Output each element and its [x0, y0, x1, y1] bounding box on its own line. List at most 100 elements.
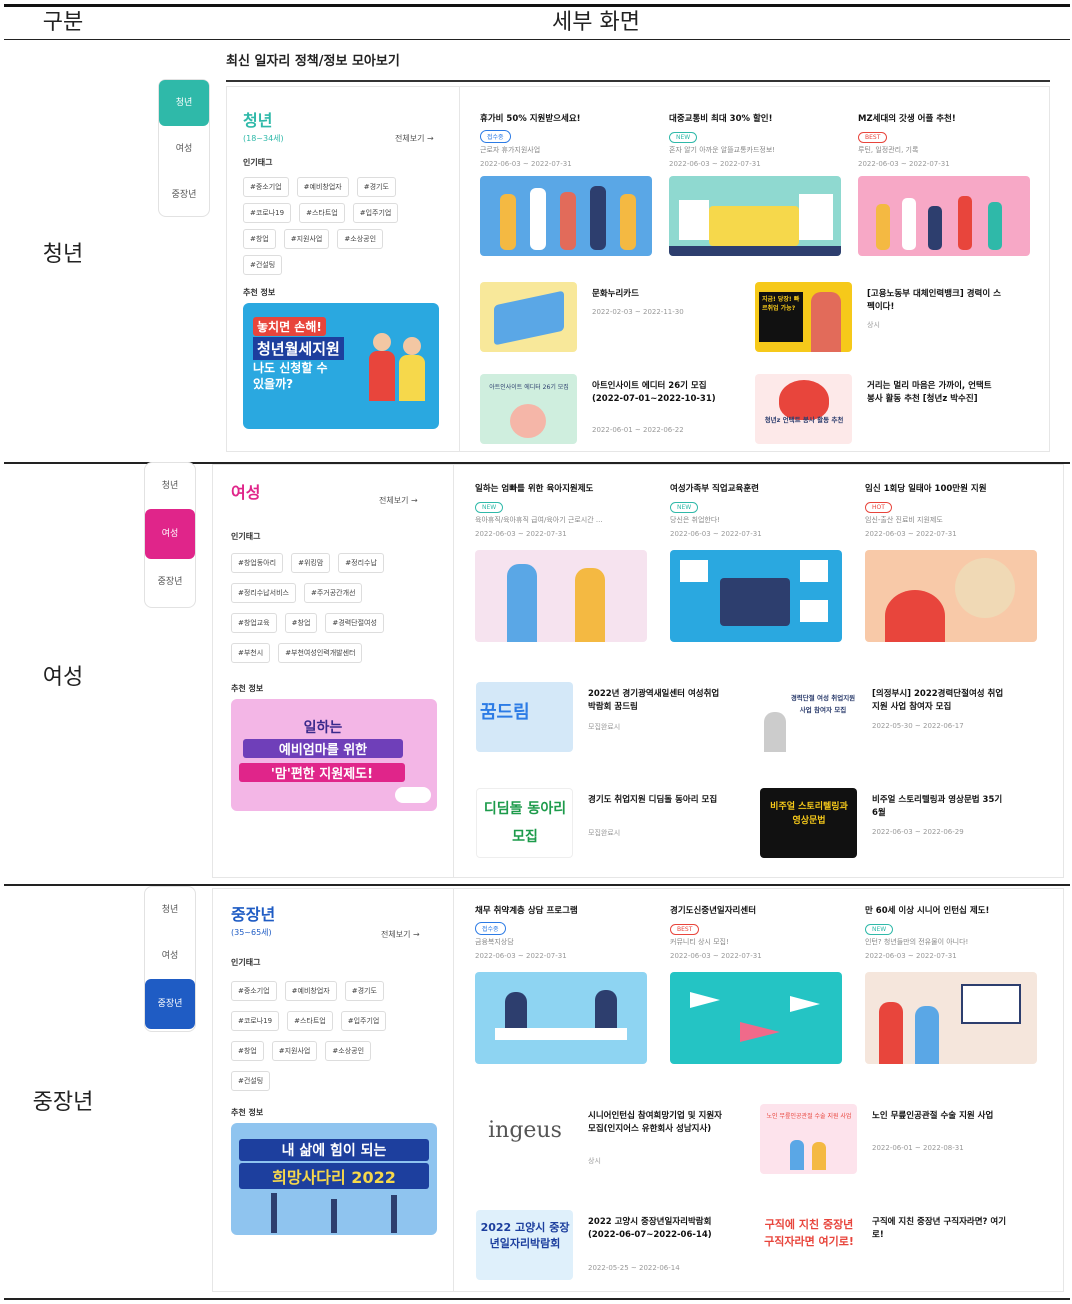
news-card[interactable]: 만 60세 이상 시니어 인턴십 제도! NEW 인턴? 청년들만의 전유물이 …: [865, 904, 1040, 1064]
item-image: 청년z 언택트 봉사 활동 추천: [755, 374, 852, 444]
list-item[interactable]: 2022 고양시 중장년일자리박람회 2022 고양시 중장년일자리박람회 (2…: [476, 1210, 766, 1282]
tab-middle[interactable]: 중장년: [145, 979, 195, 1029]
tag[interactable]: #소상공인: [337, 229, 384, 249]
tag[interactable]: #코로나19: [243, 203, 292, 223]
tag[interactable]: #창업교육: [231, 613, 277, 633]
status-badge: NEW: [865, 924, 894, 935]
status-badge: BEST: [858, 132, 888, 143]
banner-line1: 놓치면 손해!: [253, 317, 326, 336]
tag[interactable]: #예비창업자: [296, 177, 349, 197]
tag[interactable]: #건설팅: [243, 255, 283, 275]
tag[interactable]: #창업동아리: [231, 553, 284, 573]
status-badge: NEW: [475, 502, 504, 513]
card-title: MZ세대의 갓생 어플 추천!: [858, 114, 956, 124]
list-item[interactable]: 청년z 언택트 봉사 활동 추천 거리는 멀리 마음은 가까이, 언택트 봉사 …: [755, 374, 1045, 446]
tag-list: #창업동아리 #위킹맘 #정리수납 #정리수납서비스 #주거공간개선 #창업교육…: [231, 553, 416, 663]
tag[interactable]: #지원사업: [271, 1041, 318, 1061]
tab-youth[interactable]: 청년: [159, 80, 209, 126]
item-title: 노인 무릎인공관절 수술 지원 사업: [872, 1111, 994, 1121]
list-item[interactable]: 구직에 지친 중장년 구직자라면 여기로! 구직에 지친 중장년 구직자라면? …: [760, 1210, 1050, 1282]
tag[interactable]: #입주기업: [352, 203, 399, 223]
tag[interactable]: #코로나19: [231, 1011, 280, 1031]
list-item[interactable]: 경력단절 여성 취업지원사업 참여자 모집 [의정부시] 2022경력단절여성 …: [760, 682, 1050, 754]
tag[interactable]: #경기도: [356, 177, 396, 197]
tag[interactable]: #정리수납: [338, 553, 384, 573]
tag[interactable]: #위킹맘: [291, 553, 331, 573]
tab-youth[interactable]: 청년: [145, 463, 195, 509]
row-label-middle: 중장년: [32, 1090, 94, 1115]
card-title: 여성가족부 직업교육훈련: [670, 484, 759, 494]
card-subtitle: 인턴? 청년들만의 전유물이 아니다!: [865, 938, 969, 946]
list-item[interactable]: 디딤돌 동아리 모집 경기도 취업지원 디딤돌 동아리 모집 모집완료시: [476, 788, 766, 860]
news-card[interactable]: 경기도신중년일자리센터 BEST 커뮤니티 상시 모집! 2022-06-03 …: [670, 904, 845, 1064]
list-item[interactable]: 문화누리카드 2022-02-03 ~ 2022-11-30: [480, 282, 770, 354]
tab-women[interactable]: 여성: [145, 509, 195, 559]
tag[interactable]: #주거공간개선: [303, 583, 363, 603]
tag[interactable]: #경기도: [344, 981, 384, 1001]
tab-middle[interactable]: 중장년: [159, 172, 209, 218]
card-date: 2022-06-03 ~ 2022-07-31: [670, 952, 762, 960]
tag[interactable]: #중소기업: [243, 177, 289, 197]
list-item[interactable]: 비주얼 스토리텔링과 영상문법 비주얼 스토리텔링과 영상문법 35기 6월 2…: [760, 788, 1050, 860]
news-card[interactable]: 여성가족부 직업교육훈련 NEW 당신은 취업한다! 2022-06-03 ~ …: [670, 482, 845, 642]
list-item[interactable]: 아트인사이트 에디터 26기 모집 아트인사이트 에디터 26기 모집 (202…: [480, 374, 770, 446]
news-card[interactable]: MZ세대의 갓생 어플 추천! BEST 루틴, 일정관리, 기록 2022-0…: [858, 112, 1033, 256]
card-title: 경기도신중년일자리센터: [670, 906, 757, 916]
table-bottom-border: [4, 1298, 1070, 1300]
recommend-banner[interactable]: 내 삶에 힘이 되는 희망사다리 2022: [231, 1123, 437, 1235]
news-card[interactable]: 임신 1회당 일태아 100만원 지원 HOT 임신-출산 진료비 지원제도 2…: [865, 482, 1040, 642]
news-card[interactable]: 채무 취약계층 상담 프로그램 접수중 금융복지상담 2022-06-03 ~ …: [475, 904, 650, 1064]
tag[interactable]: #중소기업: [231, 981, 277, 1001]
recommend-banner[interactable]: 놓치면 손해! 청년월세지원 나도 신청할 수 있을까?: [243, 303, 439, 429]
tag[interactable]: #부천여성인력개발센터: [278, 643, 363, 663]
tag[interactable]: #정리수납서비스: [231, 583, 296, 603]
tag[interactable]: #소상공인: [325, 1041, 372, 1061]
item-title: 구직에 지친 중장년 구직자라면? 여기로!: [872, 1217, 1007, 1240]
card-date: 2022-06-03 ~ 2022-07-31: [475, 952, 567, 960]
category-title: 중장년: [231, 905, 276, 924]
item-title: 2022년 경기광역새일센터 여성취업 박람회 꿈드림: [588, 689, 720, 712]
tag[interactable]: #경력단절여성: [325, 613, 384, 633]
news-card[interactable]: 휴가비 50% 지원받으세요! 접수중 근로자 휴가지원사업 2022-06-0…: [480, 112, 655, 256]
item-image: [480, 282, 577, 352]
recommend-label: 추천 정보: [231, 684, 264, 693]
item-date: 2022-06-01 ~ 2022-06-22: [592, 426, 684, 434]
news-card[interactable]: 일하는 엄빠를 위한 육아지원제도 NEW 육아휴직/육아휴직 급여/육아기 근…: [475, 482, 650, 642]
recommend-banner[interactable]: 일하는 예비엄마를 위한 '맘'편한 지원제도!: [231, 699, 437, 811]
tag[interactable]: #창업: [284, 613, 318, 633]
tab-middle[interactable]: 중장년: [145, 559, 195, 605]
page-title: 최신 일자리 정책/정보 모아보기: [226, 54, 400, 69]
side-tabs: 청년 여성 중장년: [144, 886, 196, 1032]
tag[interactable]: #스타트업: [299, 203, 345, 223]
list-item[interactable]: 지금! 당장! 빠르취업 가능? [고용노동부 대체인력뱅크] 경력이 스펙이다…: [755, 282, 1045, 354]
tag[interactable]: #예비창업자: [284, 981, 337, 1001]
item-date: 상시: [867, 321, 880, 329]
tag[interactable]: #지원사업: [283, 229, 330, 249]
tab-women[interactable]: 여성: [145, 933, 195, 979]
item-image-text: 지금! 당장! 빠르취업 가능?: [759, 292, 803, 342]
tab-youth[interactable]: 청년: [145, 887, 195, 933]
item-image-text: 청년z 언택트 봉사 활동 추천: [764, 416, 844, 424]
tag[interactable]: #창업: [243, 229, 276, 249]
banner-line4: 있을까?: [253, 377, 294, 391]
tag[interactable]: #스타트업: [287, 1011, 333, 1031]
tags-label: 인기태그: [231, 958, 261, 967]
list-item[interactable]: 꿈드림 2022년 경기광역새일센터 여성취업 박람회 꿈드림 모집완료시: [476, 682, 766, 754]
tag[interactable]: #창업: [231, 1041, 264, 1061]
tag[interactable]: #입주기업: [340, 1011, 387, 1031]
card-subtitle: 금융복지상담: [475, 938, 514, 946]
list-item[interactable]: ingeus 시니어인턴십 참여희망기업 및 지원자 모집(인지어스 유한회사 …: [476, 1104, 766, 1176]
tab-women[interactable]: 여성: [159, 126, 209, 172]
status-badge: HOT: [865, 502, 892, 513]
card-image: [865, 550, 1037, 642]
tag[interactable]: #건설팅: [231, 1071, 271, 1091]
header-detail-screen: 세부 화면: [552, 10, 640, 35]
item-image: ingeus: [476, 1104, 573, 1174]
list-item[interactable]: 노인 무릎인공관절 수술 지원 사업 노인 무릎인공관절 수술 지원 사업 20…: [760, 1104, 1050, 1176]
item-image: 2022 고양시 중장년일자리박람회: [476, 1210, 573, 1280]
news-card[interactable]: 대중교통비 최대 30% 할인! NEW 혼자 알기 아까운 알뜰교통카드정보!…: [669, 112, 844, 256]
item-image: 디딤돌 동아리 모집: [476, 788, 573, 858]
tag[interactable]: #부천시: [231, 643, 271, 663]
item-image-text: 비주얼 스토리텔링과 영상문법: [770, 802, 848, 826]
card-title: 채무 취약계층 상담 프로그램: [475, 906, 578, 916]
